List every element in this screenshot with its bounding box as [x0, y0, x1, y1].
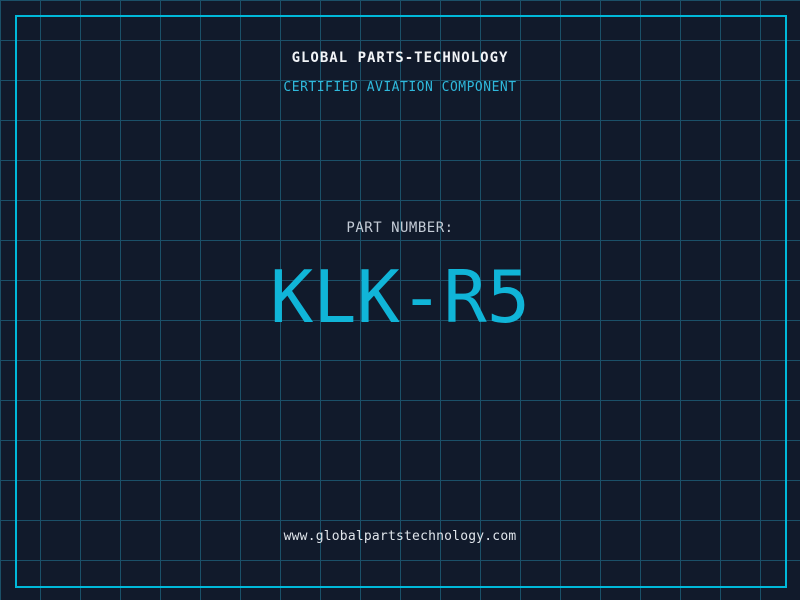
company-name: GLOBAL PARTS-TECHNOLOGY [0, 51, 800, 65]
part-number-value: KLK-R5 [0, 261, 800, 333]
part-number-label: PART NUMBER: [0, 221, 800, 235]
certification-tagline: CERTIFIED AVIATION COMPONENT [0, 81, 800, 94]
website-url: www.globalpartstechnology.com [0, 530, 800, 543]
